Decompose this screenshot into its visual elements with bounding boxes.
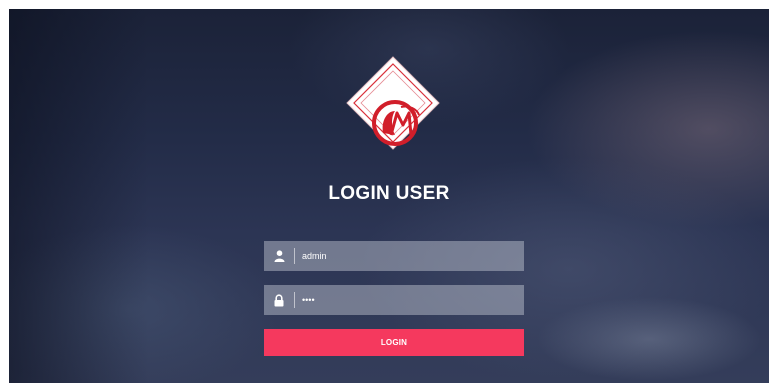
field-separator [294,248,295,264]
login-button[interactable]: LOGIN [264,329,524,356]
cm-logo-icon [346,56,440,150]
login-screen: LOGIN USER LOGIN [9,9,769,383]
password-field [264,285,524,315]
user-icon [264,241,294,271]
lock-icon [264,285,294,315]
page-title: LOGIN USER [328,183,450,204]
username-field [264,241,524,271]
field-separator [294,292,295,308]
password-input[interactable] [302,285,518,315]
logo [345,55,441,151]
username-input[interactable] [302,241,518,271]
